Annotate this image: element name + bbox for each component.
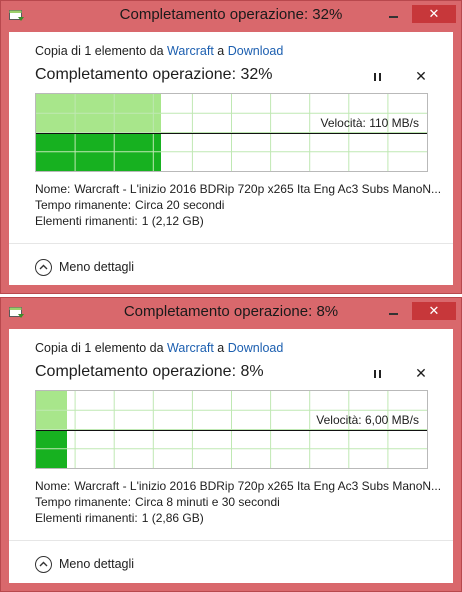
progress-graph: Velocità: 6,00 MB/s bbox=[35, 390, 428, 469]
footer-divider bbox=[9, 540, 453, 541]
dialog-body: Copia di 1 elemento da Warcraft a Downlo… bbox=[9, 32, 453, 285]
progress-graph: Velocità: 110 MB/s bbox=[35, 93, 428, 172]
progress-heading: Completamento operazione: 32% bbox=[35, 66, 273, 83]
items-label: Elementi rimanenti: bbox=[35, 511, 138, 525]
footer-divider bbox=[9, 243, 453, 244]
name-row: Nome: Warcraft - L'inizio 2016 BDRip 720p… bbox=[35, 181, 441, 197]
speed-label: Velocità: 110 MB/s bbox=[320, 116, 420, 130]
time-label: Tempo rimanente: bbox=[35, 495, 132, 509]
less-details-button[interactable]: Meno dettagli bbox=[35, 257, 134, 277]
name-label: Nome: bbox=[35, 479, 71, 493]
copy-dialog-2: Completamento operazione: 8% ✕ Copia di … bbox=[0, 297, 462, 592]
time-value: Circa 20 secondi bbox=[135, 198, 225, 212]
source-link[interactable]: Warcraft bbox=[167, 341, 214, 355]
speed-line bbox=[36, 133, 427, 134]
close-icon: ✕ bbox=[415, 365, 427, 381]
time-value: Circa 8 minuti e 30 secondi bbox=[135, 495, 280, 509]
name-value: Warcraft - L'inizio 2016 BDRip 720p x265… bbox=[74, 182, 442, 196]
progress-heading: Completamento operazione: 8% bbox=[35, 363, 264, 380]
destination-link[interactable]: Download bbox=[228, 44, 284, 58]
less-details-button[interactable]: Meno dettagli bbox=[35, 554, 134, 574]
title-bar[interactable]: Completamento operazione: 8% ✕ bbox=[1, 298, 461, 329]
copy-summary: Copia di 1 elemento da Warcraft a Downlo… bbox=[35, 44, 283, 58]
pause-icon bbox=[372, 68, 382, 86]
name-value: Warcraft - L'inizio 2016 BDRip 720p x265… bbox=[74, 479, 442, 493]
pause-button[interactable] bbox=[369, 70, 385, 84]
time-label: Tempo rimanente: bbox=[35, 198, 132, 212]
items-row: Elementi rimanenti: 1 (2,12 GB) bbox=[35, 213, 441, 229]
copy-summary: Copia di 1 elemento da Warcraft a Downlo… bbox=[35, 341, 283, 355]
title-bar[interactable]: Completamento operazione: 32% ✕ bbox=[1, 1, 461, 32]
chevron-up-icon bbox=[35, 258, 52, 276]
time-row: Tempo rimanente: Circa 20 secondi bbox=[35, 197, 441, 213]
close-icon: ✕ bbox=[415, 68, 427, 84]
dialog-body: Copia di 1 elemento da Warcraft a Downlo… bbox=[9, 329, 453, 583]
items-row: Elementi rimanenti: 1 (2,86 GB) bbox=[35, 510, 441, 526]
chevron-up-icon bbox=[35, 555, 52, 573]
pause-button[interactable] bbox=[369, 367, 385, 381]
details-section: Nome: Warcraft - L'inizio 2016 BDRip 720p… bbox=[35, 478, 441, 526]
close-icon: ✕ bbox=[428, 6, 440, 21]
time-row: Tempo rimanente: Circa 8 minuti e 30 seco… bbox=[35, 494, 441, 510]
copy-prefix: Copia di 1 elemento da bbox=[35, 341, 164, 355]
items-value: 1 (2,86 GB) bbox=[141, 511, 204, 525]
close-button[interactable]: ✕ bbox=[412, 5, 456, 23]
copy-connector: a bbox=[217, 341, 225, 355]
minimize-button[interactable] bbox=[384, 7, 402, 21]
name-row: Nome: Warcraft - L'inizio 2016 BDRip 720p… bbox=[35, 478, 441, 494]
less-details-label: Meno dettagli bbox=[59, 260, 135, 274]
copy-dialog-1: Completamento operazione: 32% ✕ Copia di… bbox=[0, 0, 462, 294]
destination-link[interactable]: Download bbox=[228, 341, 284, 355]
copy-connector: a bbox=[217, 44, 225, 58]
speed-line bbox=[36, 430, 427, 431]
minimize-button[interactable] bbox=[384, 304, 402, 318]
items-value: 1 (2,12 GB) bbox=[141, 214, 204, 228]
close-button[interactable]: ✕ bbox=[412, 302, 456, 320]
copy-prefix: Copia di 1 elemento da bbox=[35, 44, 164, 58]
close-icon: ✕ bbox=[428, 303, 440, 318]
source-link[interactable]: Warcraft bbox=[167, 44, 214, 58]
cancel-button[interactable]: ✕ bbox=[413, 68, 429, 84]
speed-label: Velocità: 6,00 MB/s bbox=[316, 413, 419, 427]
details-section: Nome: Warcraft - L'inizio 2016 BDRip 720p… bbox=[35, 181, 441, 229]
pause-icon bbox=[372, 365, 382, 383]
less-details-label: Meno dettagli bbox=[59, 557, 135, 571]
cancel-button[interactable]: ✕ bbox=[413, 365, 429, 381]
items-label: Elementi rimanenti: bbox=[35, 214, 138, 228]
name-label: Nome: bbox=[35, 182, 71, 196]
